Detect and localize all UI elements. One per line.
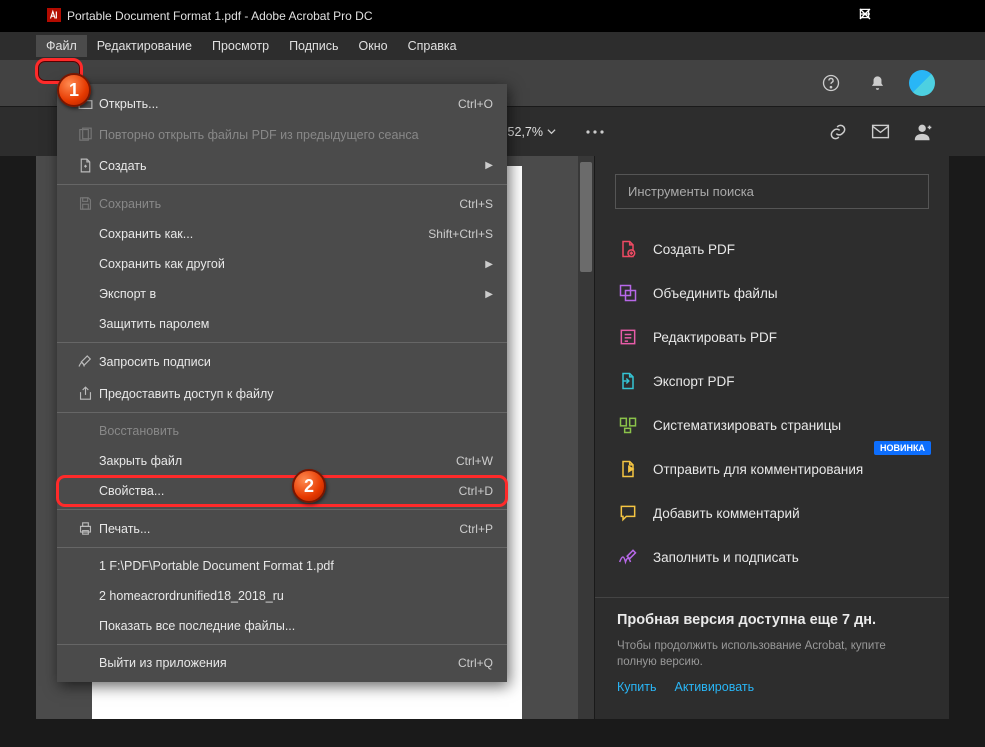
tool-label: Редактировать PDF xyxy=(653,330,777,345)
dd-restore[interactable]: Восстановить xyxy=(57,416,507,446)
link-icon[interactable] xyxy=(828,122,848,142)
menubar: Файл Редактирование Просмотр Подпись Окн… xyxy=(0,32,985,60)
combine-icon xyxy=(617,282,639,304)
callout-badge-1: 1 xyxy=(57,73,91,107)
export-pdf-icon xyxy=(617,370,639,392)
separator xyxy=(57,184,507,185)
bell-icon[interactable] xyxy=(863,69,891,97)
tool-fill-sign[interactable]: Заполнить и подписать xyxy=(607,535,937,579)
tool-label: Создать PDF xyxy=(653,242,735,257)
tool-label: Отправить для комментирования xyxy=(653,462,863,477)
dd-properties[interactable]: Свойства... Ctrl+D xyxy=(57,476,507,506)
chevron-down-icon xyxy=(547,127,556,136)
dd-export[interactable]: Экспорт в ▶ xyxy=(57,279,507,309)
divider xyxy=(595,597,949,598)
separator xyxy=(57,644,507,645)
dd-recent-2[interactable]: 2 homeacrordrunified18_2018_ru xyxy=(57,581,507,611)
dd-save-other[interactable]: Сохранить как другой ▶ xyxy=(57,249,507,279)
trial-buy-link[interactable]: Купить xyxy=(617,680,657,694)
menu-view[interactable]: Просмотр xyxy=(202,35,279,57)
dd-close-file[interactable]: Закрыть файл Ctrl+W xyxy=(57,446,507,476)
tool-create-pdf[interactable]: Создать PDF xyxy=(607,227,937,271)
organize-icon xyxy=(617,414,639,436)
chevron-right-icon: ▶ xyxy=(475,289,493,300)
zoom-value: 52,7% xyxy=(508,125,543,139)
dd-print[interactable]: Печать... Ctrl+P xyxy=(57,513,507,544)
chevron-right-icon: ▶ xyxy=(475,259,493,270)
reopen-icon xyxy=(71,126,99,143)
avatar[interactable] xyxy=(909,70,935,96)
share-icon xyxy=(71,385,99,402)
menu-file[interactable]: Файл xyxy=(36,35,87,57)
separator xyxy=(57,509,507,510)
dd-open[interactable]: Открыть... Ctrl+O xyxy=(57,88,507,119)
create-icon xyxy=(71,157,99,174)
file-dropdown: Открыть... Ctrl+O Повторно открыть файлы… xyxy=(57,84,507,682)
app-icon xyxy=(47,8,61,22)
tools-search[interactable]: Инструменты поиска xyxy=(615,174,929,209)
scrollbar-thumb[interactable] xyxy=(580,162,592,272)
minimize-button[interactable] xyxy=(812,0,858,32)
dd-request-sign[interactable]: Запросить подписи xyxy=(57,346,507,378)
callout-badge-2: 2 xyxy=(292,469,326,503)
window-title: Portable Document Format 1.pdf - Adobe A… xyxy=(67,9,372,23)
tool-label: Экспорт PDF xyxy=(653,374,734,389)
sign-icon xyxy=(71,353,99,371)
chevron-right-icon: ▶ xyxy=(475,160,493,171)
menu-help[interactable]: Справка xyxy=(398,35,467,57)
menu-sign[interactable]: Подпись xyxy=(279,35,348,57)
tools-panel: Инструменты поиска Создать PDF Объединит… xyxy=(594,156,949,719)
send-comment-icon xyxy=(617,458,639,480)
create-pdf-icon xyxy=(617,238,639,260)
tool-send-comment[interactable]: НОВИНКА Отправить для комментирования xyxy=(607,447,937,491)
more-icon[interactable] xyxy=(584,128,606,136)
print-icon xyxy=(71,520,99,537)
save-icon xyxy=(71,195,99,212)
trial-desc: Чтобы продолжить использование Acrobat, … xyxy=(617,638,927,670)
tool-label: Добавить комментарий xyxy=(653,506,800,521)
tool-export-pdf[interactable]: Экспорт PDF xyxy=(607,359,937,403)
add-comment-icon xyxy=(617,502,639,524)
tool-label: Систематизировать страницы xyxy=(653,418,841,433)
dd-save[interactable]: Сохранить Ctrl+S xyxy=(57,188,507,219)
trial-notice: Пробная версия доступна еще 7 дн. Чтобы … xyxy=(595,612,949,712)
add-person-icon[interactable] xyxy=(913,121,935,143)
scrollbar[interactable] xyxy=(578,156,594,719)
fill-sign-icon xyxy=(617,546,639,568)
trial-title: Пробная версия доступна еще 7 дн. xyxy=(617,612,927,628)
tool-label: Заполнить и подписать xyxy=(653,550,799,565)
separator xyxy=(57,547,507,548)
dd-reopen[interactable]: Повторно открыть файлы PDF из предыдущег… xyxy=(57,119,507,150)
dd-recent-1[interactable]: 1 F:\PDF\Portable Document Format 1.pdf xyxy=(57,551,507,581)
help-icon[interactable] xyxy=(817,69,845,97)
dd-save-as[interactable]: Сохранить как... Shift+Ctrl+S xyxy=(57,219,507,249)
titlebar: Portable Document Format 1.pdf - Adobe A… xyxy=(0,0,985,32)
tool-combine[interactable]: Объединить файлы xyxy=(607,271,937,315)
badge-new: НОВИНКА xyxy=(874,441,931,455)
separator xyxy=(57,342,507,343)
zoom-level[interactable]: 52,7% xyxy=(502,123,562,141)
close-button[interactable] xyxy=(904,0,950,32)
menu-edit[interactable]: Редактирование xyxy=(87,35,202,57)
dd-protect[interactable]: Защитить паролем xyxy=(57,309,507,339)
mail-icon[interactable] xyxy=(870,121,891,142)
edit-pdf-icon xyxy=(617,326,639,348)
dd-show-recent[interactable]: Показать все последние файлы... xyxy=(57,611,507,641)
dd-share[interactable]: Предоставить доступ к файлу xyxy=(57,378,507,409)
separator xyxy=(57,412,507,413)
tool-edit-pdf[interactable]: Редактировать PDF xyxy=(607,315,937,359)
tool-add-comment[interactable]: Добавить комментарий xyxy=(607,491,937,535)
dd-exit[interactable]: Выйти из приложения Ctrl+Q xyxy=(57,648,507,678)
dd-create[interactable]: Создать ▶ xyxy=(57,150,507,181)
tool-label: Объединить файлы xyxy=(653,286,778,301)
menu-window[interactable]: Окно xyxy=(349,35,398,57)
trial-activate-link[interactable]: Активировать xyxy=(675,680,755,694)
